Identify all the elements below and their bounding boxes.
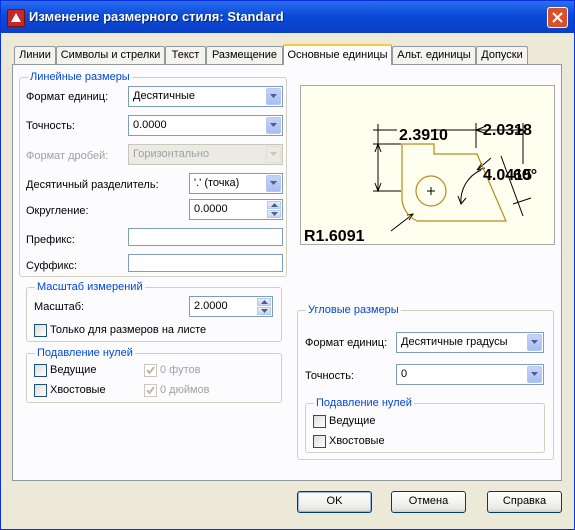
prefix-input[interactable] — [128, 228, 283, 246]
select-value: Десятичные градусы — [401, 336, 508, 348]
spin-up-icon[interactable] — [257, 298, 271, 306]
dim-label-b: 2.0318 — [483, 122, 532, 139]
tab-strip: Линии Символы и стрелки Текст Размещение… — [1, 44, 574, 65]
spin-down-icon[interactable] — [257, 307, 271, 315]
checkmark-icon — [146, 386, 155, 395]
close-icon — [552, 12, 563, 23]
select-value: Десятичные — [133, 90, 196, 102]
layout-only-label: Только для размеров на листе — [50, 324, 207, 336]
suffix-input[interactable] — [128, 254, 283, 272]
angular-leading-zero-checkbox[interactable] — [313, 415, 326, 428]
angular-unit-format-label: Формат единиц: — [305, 337, 388, 349]
group-title: Линейные размеры — [28, 71, 132, 83]
scale-factor-label: Масштаб: — [34, 301, 85, 313]
prefix-label: Префикс: — [26, 234, 75, 246]
tab-alternate-units[interactable]: Альт. единицы — [392, 46, 476, 64]
zero-feet-checkbox — [144, 364, 157, 377]
round-off-spinner[interactable]: 0.0000 — [189, 199, 283, 220]
decimal-separator-select[interactable]: '.' (точка) — [189, 173, 283, 194]
dim-label-a: 2.3910 — [399, 127, 448, 144]
cancel-button[interactable]: Отмена — [391, 491, 466, 513]
fraction-format-label: Формат дробей: — [26, 150, 109, 162]
angular-trailing-zero-checkbox[interactable] — [313, 435, 326, 448]
checkmark-icon — [146, 366, 155, 375]
angular-leading-zero-label: Ведущие — [329, 415, 376, 427]
layout-only-checkbox[interactable] — [34, 324, 47, 337]
tab-lines[interactable]: Линии — [14, 46, 56, 64]
unit-format-select[interactable]: Десятичные — [128, 86, 283, 107]
group-title: Масштаб измерений — [35, 281, 145, 293]
suffix-label: Суффикс: — [26, 260, 78, 272]
spin-down-icon[interactable] — [267, 210, 281, 218]
spinner-value: 2.0000 — [194, 300, 228, 312]
group-title: Подавление нулей — [314, 397, 414, 409]
zero-inches-label: 0 дюймов — [160, 384, 210, 396]
fraction-format-select: Горизонтально — [128, 144, 283, 165]
round-off-label: Округление: — [26, 205, 89, 217]
select-value: 0.0000 — [133, 119, 167, 131]
zero-inches-checkbox — [144, 384, 157, 397]
unit-format-label: Формат единиц: — [26, 91, 109, 103]
decimal-separator-label: Десятичный разделитель: — [26, 179, 159, 191]
chevron-down-icon — [527, 366, 542, 383]
dimension-preview: 2.3910 2.0318 4.0415 60° R1.6091 — [300, 85, 555, 245]
angular-trailing-zero-label: Хвостовые — [329, 435, 385, 447]
close-button[interactable] — [547, 7, 568, 28]
help-button[interactable]: Справка — [487, 491, 562, 513]
tab-text[interactable]: Текст — [165, 46, 206, 64]
autocad-app-icon — [7, 9, 25, 27]
select-value: 0 — [401, 368, 408, 380]
title-bar[interactable]: Изменение размерного стиля: Standard — [1, 1, 574, 33]
select-value: Горизонтально — [133, 148, 210, 160]
scale-factor-spinner[interactable]: 2.0000 — [189, 296, 273, 317]
zero-feet-label: 0 футов — [160, 364, 201, 376]
tab-primary-units[interactable]: Основные единицы — [283, 44, 392, 65]
angular-precision-select[interactable]: 0 — [396, 364, 544, 385]
chevron-down-icon — [266, 117, 281, 134]
chevron-down-icon — [266, 146, 281, 163]
spinner-value: 0.0000 — [194, 203, 228, 215]
select-value: '.' (точка) — [194, 177, 240, 189]
radius-label: R1.6091 — [304, 228, 365, 244]
window-title: Изменение размерного стиля: Standard — [29, 9, 284, 24]
group-title: Подавление нулей — [35, 347, 135, 359]
leading-zero-checkbox[interactable] — [34, 364, 47, 377]
trailing-zero-checkbox[interactable] — [34, 384, 47, 397]
chevron-down-icon — [527, 334, 542, 351]
spin-up-icon[interactable] — [267, 201, 281, 209]
trailing-zero-label: Хвостовые — [50, 384, 106, 396]
preview-drawing: 2.3910 2.0318 4.0415 60° R1.6091 — [304, 122, 537, 244]
precision-label: Точность: — [26, 120, 75, 132]
tab-tolerances[interactable]: Допуски — [476, 46, 528, 64]
tab-fit[interactable]: Размещение — [206, 46, 283, 64]
ok-button[interactable]: OK — [297, 491, 372, 513]
precision-select[interactable]: 0.0000 — [128, 115, 283, 136]
dimension-style-dialog: Изменение размерного стиля: Standard Лин… — [0, 0, 575, 530]
dim-label-angle: 60° — [513, 167, 537, 184]
group-title: Угловые размеры — [306, 304, 401, 316]
tab-symbols-arrows[interactable]: Символы и стрелки — [56, 46, 165, 64]
chevron-down-icon — [266, 175, 281, 192]
angular-unit-format-select[interactable]: Десятичные градусы — [396, 332, 544, 353]
angular-precision-label: Точность: — [305, 370, 354, 382]
chevron-down-icon — [266, 88, 281, 105]
leading-zero-label: Ведущие — [50, 364, 97, 376]
